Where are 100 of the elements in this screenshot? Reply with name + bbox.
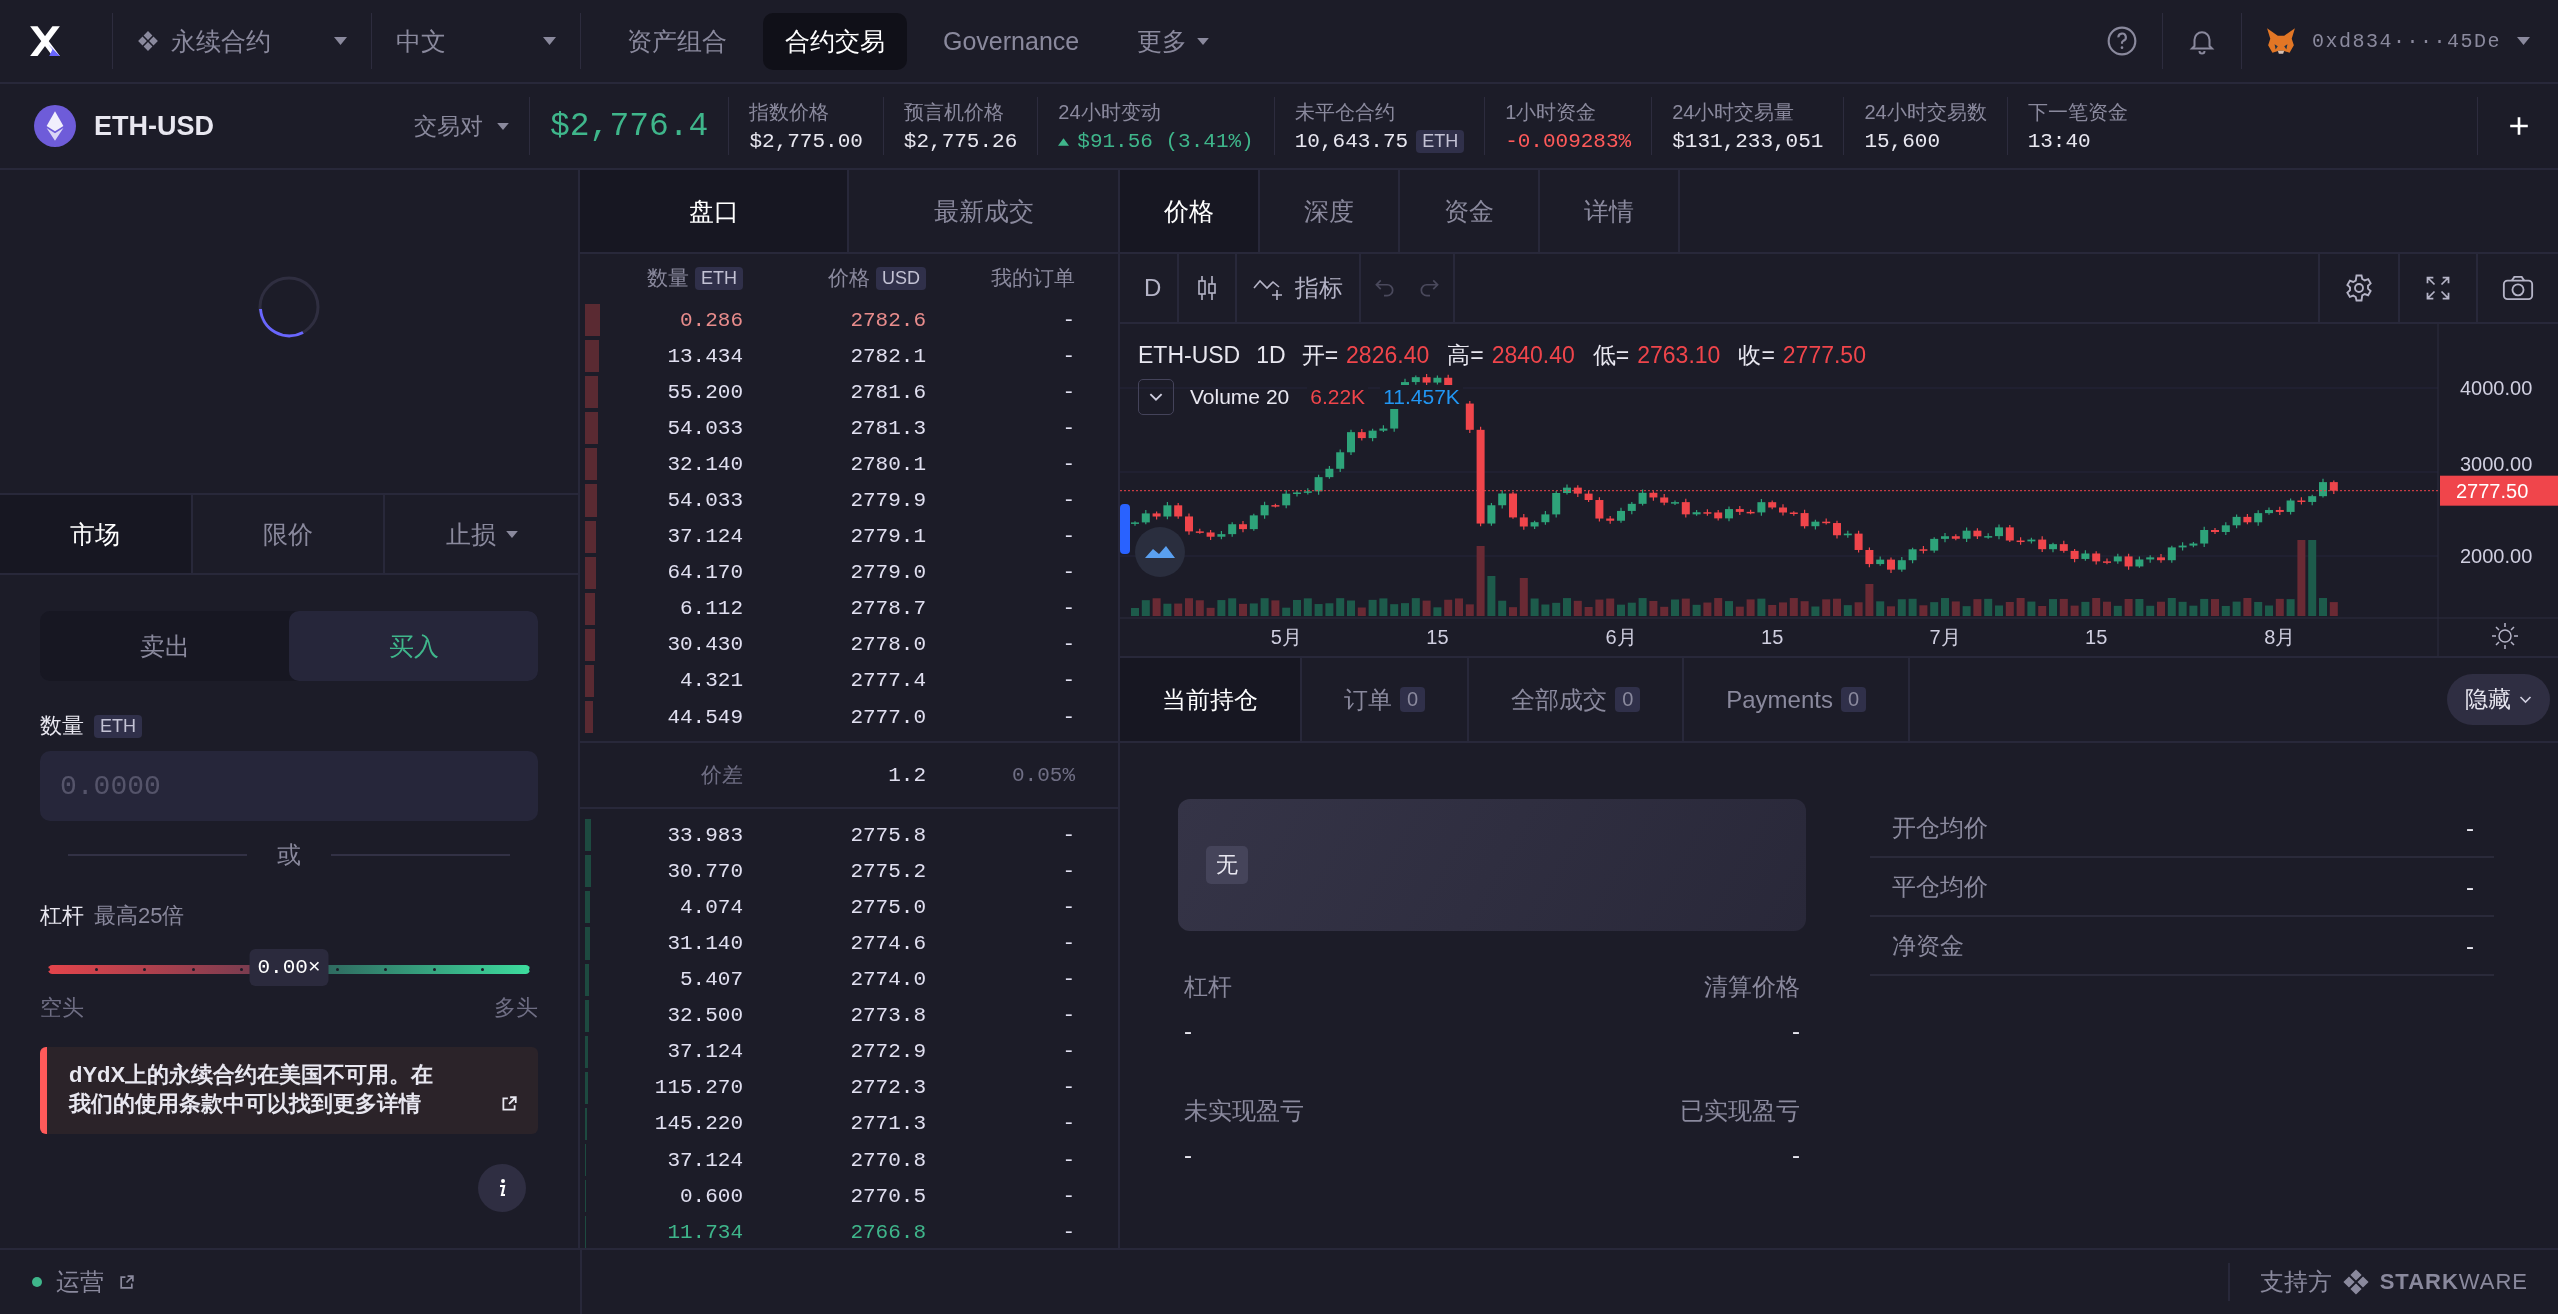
- size-cell-text: 37.124: [666, 1148, 743, 1172]
- detail-label: 开仓均价: [1892, 812, 1988, 843]
- detail-label: 净资金: [1892, 930, 1964, 961]
- logo-icon[interactable]: [28, 24, 62, 58]
- legend-label: 高=: [1447, 341, 1484, 370]
- count-badge: 0: [1615, 687, 1641, 712]
- stat-label: 未平仓合约: [1294, 100, 1396, 125]
- orderbook-tab[interactable]: 最新成交: [849, 170, 1118, 252]
- my-order-cell-text: -: [1061, 416, 1075, 440]
- my-order-cell-text: -: [1061, 597, 1075, 621]
- price-cell-text: 2781.6: [849, 380, 926, 404]
- size-cell-text: 0.600: [679, 1184, 743, 1208]
- volume-value: 11.457K: [1380, 385, 1463, 409]
- orderbook-tab[interactable]: 盘口: [580, 170, 849, 252]
- stat-label: 指数价格: [749, 100, 831, 125]
- spread-label: 价差: [700, 762, 743, 789]
- axis-label: 7月: [1929, 626, 1961, 648]
- positions-tab[interactable]: 当前持仓: [1120, 658, 1302, 741]
- external-link-icon[interactable]: [500, 1095, 518, 1114]
- field-value: -: [1792, 1017, 1800, 1045]
- camera-icon[interactable]: [2502, 274, 2534, 302]
- price-cell-text: 2775.2: [849, 859, 926, 883]
- column-header: 我的订单: [991, 265, 1075, 291]
- size-cell-text: 55.200: [666, 380, 743, 404]
- caret-icon: [497, 122, 509, 130]
- size-cell-text: 44.549: [666, 705, 743, 729]
- size-cell-text: 31.140: [666, 931, 743, 955]
- hide-button[interactable]: 隐藏: [2447, 674, 2550, 725]
- size-cell-text: 5.407: [679, 968, 743, 992]
- my-order-cell-text: -: [1061, 1220, 1075, 1244]
- nav-link[interactable]: 资产组合: [605, 12, 749, 70]
- chart-tab[interactable]: 详情: [1540, 170, 1680, 252]
- legend-value: 2826.40: [1346, 342, 1430, 369]
- unit-badge: ETH: [94, 714, 142, 738]
- price-cell-text: 2779.1: [849, 525, 926, 549]
- wallet-button[interactable]: 0xd834····45De: [2265, 27, 2530, 55]
- field-value: -: [1184, 1017, 1193, 1045]
- sponsor-brand[interactable]: STARKWARE: [2379, 1269, 2528, 1295]
- status-link[interactable]: 运营: [56, 1266, 104, 1298]
- price-cell-text: 2779.0: [849, 561, 926, 585]
- sun-icon[interactable]: [2491, 622, 2519, 650]
- my-order-cell-text: -: [1061, 1112, 1075, 1136]
- external-link-icon[interactable]: [118, 1273, 135, 1291]
- positions-tab[interactable]: 订单 0: [1302, 658, 1470, 741]
- side-option[interactable]: 买入: [289, 611, 538, 681]
- caret-icon: [334, 37, 347, 45]
- stat-value: $91.56 (3.41%): [1077, 130, 1254, 153]
- my-order-cell-text: -: [1061, 931, 1075, 955]
- my-order-cell-text: -: [1061, 308, 1075, 332]
- price-cell-text: 2775.8: [849, 823, 926, 847]
- nav-link[interactable]: 更多: [1115, 12, 1232, 70]
- legend-label: 开=: [1301, 341, 1339, 370]
- order-type-tab[interactable]: 止损: [385, 495, 578, 573]
- stat-label: 下一笔资金: [2027, 100, 2128, 125]
- order-type-tab[interactable]: 市场: [0, 495, 193, 573]
- price-cell-text: 2773.8: [849, 1004, 926, 1028]
- info-button[interactable]: [478, 1164, 526, 1213]
- legend-label: 低=: [1592, 341, 1630, 370]
- side-option[interactable]: 卖出: [40, 611, 289, 681]
- collapse-button[interactable]: [1138, 379, 1174, 415]
- legend-label: 收=: [1738, 341, 1775, 370]
- loading-spinner: [257, 274, 321, 339]
- size-cell-text: 37.124: [666, 525, 743, 549]
- price-cell-text: 2778.7: [849, 597, 926, 621]
- leverage-slider[interactable]: 0.00×: [48, 949, 530, 989]
- help-icon[interactable]: [2105, 25, 2138, 57]
- my-order-cell-text: -: [1061, 1076, 1075, 1100]
- axis-label: 5月: [1270, 626, 1302, 648]
- price-cell-text: 2780.1: [849, 452, 926, 476]
- chart-tab[interactable]: 深度: [1260, 170, 1400, 252]
- my-order-cell-text: -: [1061, 859, 1075, 883]
- positions-tab[interactable]: Payments 0: [1684, 658, 1911, 741]
- chart-tab[interactable]: 价格: [1120, 170, 1260, 252]
- caret-icon: [505, 530, 518, 538]
- market-dropdown[interactable]: 永续合约: [137, 24, 347, 58]
- axis-label: 2000.00: [2460, 545, 2533, 567]
- axis-label: 4000.00: [2460, 377, 2533, 399]
- nav-link[interactable]: 合约交易: [763, 12, 907, 70]
- legend-interval: 1D: [1256, 342, 1286, 369]
- fullscreen-icon[interactable]: [2424, 274, 2452, 302]
- order-type-tab[interactable]: 限价: [192, 495, 386, 573]
- slider-thumb[interactable]: 0.00×: [249, 949, 329, 986]
- plus-icon[interactable]: [2508, 115, 2530, 137]
- chart-tab[interactable]: 资金: [1400, 170, 1540, 252]
- last-price-tag: 2777.50: [2440, 475, 2558, 506]
- stat-value: $2,775.00: [749, 130, 863, 153]
- panel-handle[interactable]: [1120, 504, 1130, 554]
- positions-tab[interactable]: 全部成交 0: [1469, 658, 1685, 741]
- settings-icon[interactable]: [2344, 273, 2374, 303]
- size-cell-text: 30.430: [666, 633, 743, 657]
- warning-text[interactable]: dYdX上的永续合约在美国不可用。在我们的使用条款中可以找到更多详情: [69, 1061, 448, 1119]
- interval-button[interactable]: D: [1128, 254, 1178, 322]
- pair-dropdown[interactable]: 交易对: [414, 110, 509, 142]
- language-dropdown[interactable]: 中文: [396, 24, 556, 58]
- my-order-cell-text: -: [1061, 452, 1075, 476]
- stat-value: 15,600: [1864, 130, 1941, 153]
- my-order-cell-text: -: [1061, 669, 1075, 693]
- nav-link[interactable]: Governance: [921, 12, 1102, 70]
- chevron-down-icon: [1149, 392, 1163, 402]
- indicators-button[interactable]: 指标: [1237, 254, 1360, 322]
